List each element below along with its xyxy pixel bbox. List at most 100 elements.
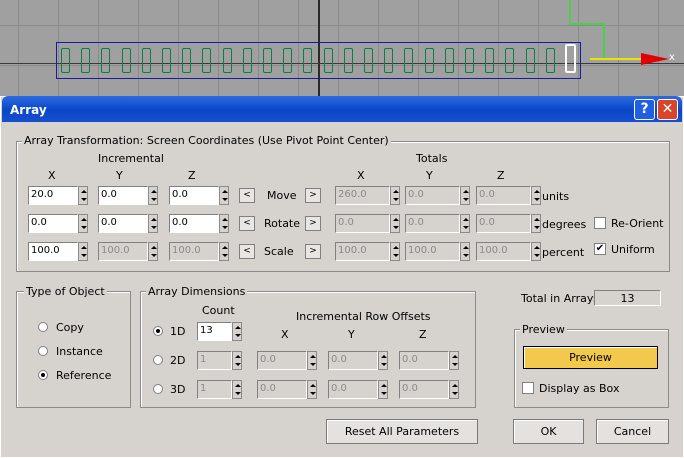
spin-up-icon[interactable]	[452, 384, 458, 387]
spin-up-icon[interactable]	[151, 218, 157, 221]
spin-up-icon[interactable]	[81, 246, 87, 249]
count-1d[interactable]: 13	[197, 322, 232, 341]
spin-down-icon[interactable]	[235, 334, 241, 337]
scale-total-y[interactable]: 100.0	[405, 242, 460, 261]
move-total-z[interactable]: 0.0	[476, 186, 531, 205]
rotate-right-button[interactable]: >	[305, 216, 321, 231]
spin-up-icon[interactable]	[235, 384, 241, 387]
spin-up-icon[interactable]	[222, 218, 228, 221]
spin-up-icon[interactable]	[235, 355, 241, 358]
offset-2d-y[interactable]: 0.0	[328, 351, 378, 370]
spin-down-icon[interactable]	[310, 392, 316, 395]
close-button[interactable]: ✕	[657, 99, 678, 120]
rotate-total-z-spinner-arrows[interactable]	[531, 214, 541, 233]
scale-total-x[interactable]: 100.0	[335, 242, 390, 261]
display-as-box-checkbox[interactable]	[522, 382, 534, 394]
scale-left-button[interactable]: <	[239, 244, 255, 259]
spin-down-icon[interactable]	[452, 363, 458, 366]
spin-up-icon[interactable]	[381, 384, 387, 387]
scale-total-z-spinner-arrows[interactable]	[531, 242, 541, 261]
spin-down-icon[interactable]	[463, 254, 469, 257]
spin-up-icon[interactable]	[393, 218, 399, 221]
spin-up-icon[interactable]	[463, 190, 469, 193]
move-total-y-spinner-arrows[interactable]	[460, 186, 470, 205]
offset-3d-y-spinner-arrows[interactable]	[378, 380, 388, 399]
move-total-x-spinner-arrows[interactable]	[390, 186, 400, 205]
spin-down-icon[interactable]	[463, 226, 469, 229]
spin-up-icon[interactable]	[222, 190, 228, 193]
spin-up-icon[interactable]	[151, 190, 157, 193]
radio-2d[interactable]	[153, 355, 163, 365]
spin-up-icon[interactable]	[452, 355, 458, 358]
radio-3d[interactable]	[153, 384, 163, 394]
rotate-incremental-x[interactable]: 0.0	[28, 214, 78, 233]
offset-3d-z[interactable]: 0.0	[399, 380, 449, 399]
rotate-total-x-spinner-arrows[interactable]	[390, 214, 400, 233]
gizmo-x-arrow-icon[interactable]	[641, 53, 669, 65]
rotate-total-z[interactable]: 0.0	[476, 214, 531, 233]
spin-down-icon[interactable]	[534, 198, 540, 201]
spin-down-icon[interactable]	[151, 198, 157, 201]
spin-down-icon[interactable]	[381, 392, 387, 395]
scale-incremental-z[interactable]: 100.0	[169, 242, 219, 261]
spin-down-icon[interactable]	[393, 254, 399, 257]
rotate-total-y[interactable]: 0.0	[405, 214, 460, 233]
offset-3d-y[interactable]: 0.0	[328, 380, 378, 399]
rotate-total-x[interactable]: 0.0	[335, 214, 390, 233]
spin-down-icon[interactable]	[222, 198, 228, 201]
move-incremental-x[interactable]: 20.0	[28, 186, 78, 205]
move-incremental-z[interactable]: 0.0	[169, 186, 219, 205]
spin-up-icon[interactable]	[393, 190, 399, 193]
spin-up-icon[interactable]	[151, 246, 157, 249]
move-incremental-y-spinner-arrows[interactable]	[148, 186, 158, 205]
spin-down-icon[interactable]	[151, 254, 157, 257]
offset-2d-y-spinner-arrows[interactable]	[378, 351, 388, 370]
offset-3d-z-spinner-arrows[interactable]	[449, 380, 459, 399]
offset-3d-x-spinner-arrows[interactable]	[307, 380, 317, 399]
spin-up-icon[interactable]	[534, 190, 540, 193]
spin-up-icon[interactable]	[310, 355, 316, 358]
spin-up-icon[interactable]	[463, 246, 469, 249]
spin-down-icon[interactable]	[222, 254, 228, 257]
spin-down-icon[interactable]	[310, 363, 316, 366]
spin-down-icon[interactable]	[235, 363, 241, 366]
spin-down-icon[interactable]	[222, 226, 228, 229]
move-total-z-spinner-arrows[interactable]	[531, 186, 541, 205]
spin-up-icon[interactable]	[463, 218, 469, 221]
preview-button[interactable]: Preview	[523, 346, 658, 369]
offset-2d-x[interactable]: 0.0	[257, 351, 307, 370]
reset-all-parameters-button[interactable]: Reset All Parameters	[326, 419, 478, 444]
move-total-x[interactable]: 260.0	[335, 186, 390, 205]
spin-up-icon[interactable]	[534, 246, 540, 249]
rotate-incremental-z-spinner-arrows[interactable]	[219, 214, 229, 233]
rotate-total-y-spinner-arrows[interactable]	[460, 214, 470, 233]
move-total-y[interactable]: 0.0	[405, 186, 460, 205]
scale-total-x-spinner-arrows[interactable]	[390, 242, 400, 261]
rotate-incremental-y[interactable]: 0.0	[98, 214, 148, 233]
move-left-button[interactable]: <	[239, 188, 255, 203]
cancel-button[interactable]: Cancel	[596, 419, 669, 444]
count-3d[interactable]: 1	[197, 380, 232, 399]
spin-down-icon[interactable]	[381, 363, 387, 366]
spin-up-icon[interactable]	[235, 326, 241, 329]
move-incremental-y[interactable]: 0.0	[98, 186, 148, 205]
rotate-incremental-x-spinner-arrows[interactable]	[78, 214, 88, 233]
radio-instance[interactable]	[38, 346, 48, 356]
move-right-button[interactable]: >	[305, 188, 321, 203]
spin-up-icon[interactable]	[393, 246, 399, 249]
spin-down-icon[interactable]	[393, 226, 399, 229]
count-3d-spinner-arrows[interactable]	[232, 380, 242, 399]
spin-down-icon[interactable]	[534, 226, 540, 229]
viewport[interactable]: x	[0, 0, 684, 96]
offset-2d-z-spinner-arrows[interactable]	[449, 351, 459, 370]
spin-up-icon[interactable]	[381, 355, 387, 358]
ok-button[interactable]: OK	[513, 419, 584, 444]
radio-1d[interactable]	[153, 326, 163, 336]
gizmo-x-axis[interactable]	[590, 58, 644, 60]
dialog-titlebar[interactable]	[2, 96, 682, 122]
scale-incremental-y-spinner-arrows[interactable]	[148, 242, 158, 261]
offset-2d-z[interactable]: 0.0	[399, 351, 449, 370]
move-incremental-z-spinner-arrows[interactable]	[219, 186, 229, 205]
help-button[interactable]: ?	[634, 99, 655, 120]
spin-up-icon[interactable]	[222, 246, 228, 249]
